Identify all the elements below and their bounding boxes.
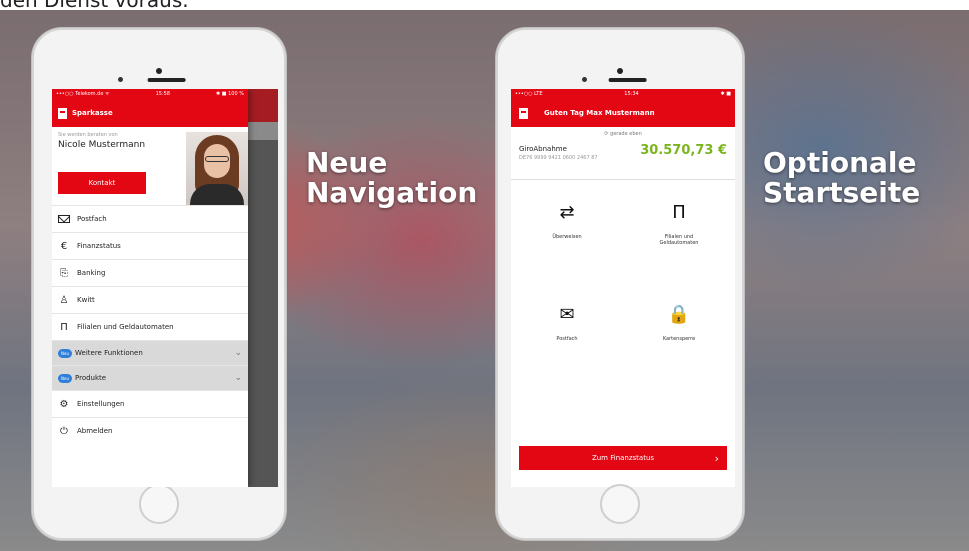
tile-label: Postfach [556,336,578,342]
front-camera [617,68,623,74]
front-camera [156,68,162,74]
menu-item-weitere-funktionen[interactable]: Neu Weitere Funktionen ⌄ [52,340,248,365]
power-icon: ⏻ [60,425,68,437]
tile-label: Kartensperre [662,336,696,342]
kwitt-icon: ♙ [59,294,69,306]
menu-item-abmelden[interactable]: ⏻ Abmelden [52,417,248,444]
brand-header: Sparkasse [52,99,248,127]
brand-name: Sparkasse [72,109,113,117]
left-phone-screen: •••○○ Telekom.de ᯤ 15:58 ✱ ■ 100 % Spark… [52,89,278,487]
banking-icon: ⎘ [60,267,68,279]
gear-icon: ⚙ [59,398,69,410]
right-phone-screen: •••○○ LTE 15:34 ✱ ■ Guten Tag Max Muster… [511,89,735,487]
menu-item-label: Kwitt [77,296,95,304]
tile-kartensperre[interactable]: 🔒 Kartensperre [623,282,735,384]
status-battery: ✱ ■ 100 % [216,91,244,97]
chevron-down-icon: ⌄ [234,373,242,383]
menu-item-finanzstatus[interactable]: € Finanzstatus [52,232,248,259]
greeting-text: Guten Tag Max Mustermann [544,109,655,117]
navigation-menu: Postfach € Finanzstatus ⎘ Banking ♙ Kwit… [52,205,248,444]
tile-filialen[interactable]: Π Filialen und Geldautomaten [623,180,735,282]
menu-item-label: Filialen und Geldautomaten [77,323,174,331]
navigation-drawer: •••○○ Telekom.de ᯤ 15:58 ✱ ■ 100 % Spark… [52,89,248,487]
contact-button[interactable]: Kontakt [58,172,146,194]
left-phone: •••○○ Telekom.de ᯤ 15:58 ✱ ■ 100 % Spark… [32,28,286,540]
menu-item-einstellungen[interactable]: ⚙ Einstellungen [52,390,248,417]
status-carrier: •••○○ LTE [515,91,543,97]
sensor-dot [118,77,123,82]
advisor-profile: Sie werden beraten von Nicole Mustermann… [52,127,248,205]
menu-item-label: Abmelden [77,427,113,435]
top-text-strip: den Dienst voraus. [0,0,969,10]
menu-item-postfach[interactable]: Postfach [52,205,248,232]
sparkasse-logo-icon [58,107,67,119]
chevron-down-icon: ⌄ [234,348,242,358]
status-bar: •••○○ LTE 15:34 ✱ ■ [511,89,735,99]
menu-item-label: Weitere Funktionen [75,349,143,357]
status-bar: •••○○ Telekom.de ᯤ 15:58 ✱ ■ 100 % [52,89,248,99]
status-carrier: •••○○ Telekom.de ᯤ [56,91,110,97]
status-time: 15:34 [624,91,639,97]
tile-postfach[interactable]: ✉ Postfach [511,282,623,384]
status-battery: ✱ ■ [720,91,731,97]
menu-item-kwitt[interactable]: ♙ Kwitt [52,286,248,313]
account-card[interactable]: ⟳ gerade eben GiroAbnahme DE76 9999 9421… [511,127,735,179]
menu-item-label: Einstellungen [77,400,125,408]
new-badge: Neu [58,373,72,383]
speaker-grill [608,78,647,82]
top-text: den Dienst voraus. [0,0,189,10]
mail-icon [58,214,70,224]
atm-icon: Π [672,202,686,223]
menu-item-produkte[interactable]: Neu Produkte ⌄ [52,365,248,390]
lock-icon: 🔒 [667,304,691,325]
advisor-photo [186,132,248,205]
finanzstatus-button[interactable]: Zum Finanzstatus › [519,446,727,470]
caption-neue-navigation: Neue Navigation [306,146,478,209]
cta-label: Zum Finanzstatus [591,454,655,462]
atm-icon: Π [60,321,68,333]
sparkasse-logo-icon [519,107,528,119]
menu-item-label: Finanzstatus [77,242,121,250]
right-phone: •••○○ LTE 15:34 ✱ ■ Guten Tag Max Muster… [496,28,744,540]
transfer-icon: ⇄ [559,202,575,223]
tile-label: Filialen und Geldautomaten [659,234,699,246]
greeting-header: Guten Tag Max Mustermann [511,99,735,127]
tile-label: Überweisen [552,234,582,240]
menu-item-banking[interactable]: ⎘ Banking [52,259,248,286]
chevron-right-icon: › [714,451,719,465]
tile-ueberweisen[interactable]: ⇄ Überweisen [511,180,623,282]
menu-item-label: Banking [77,269,106,277]
menu-item-label: Produkte [75,374,107,382]
dimmed-content-overlay[interactable] [248,89,278,487]
home-button[interactable] [139,484,179,524]
euro-icon: € [60,240,68,252]
menu-item-label: Postfach [77,215,107,223]
menu-item-filialen[interactable]: Π Filialen und Geldautomaten [52,313,248,340]
new-badge: Neu [58,348,72,358]
quick-actions-grid: ⇄ Überweisen Π Filialen und Geldautomate… [511,179,735,465]
mail-icon: ✉ [559,304,575,325]
status-time: 15:58 [155,91,170,97]
home-button[interactable] [600,484,640,524]
caption-optionale-startseite: Optionale Startseite [763,146,921,209]
speaker-grill [147,78,186,82]
last-updated: ⟳ gerade eben [604,131,642,137]
sensor-dot [582,77,587,82]
account-balance: 30.570,73 € [640,143,727,158]
